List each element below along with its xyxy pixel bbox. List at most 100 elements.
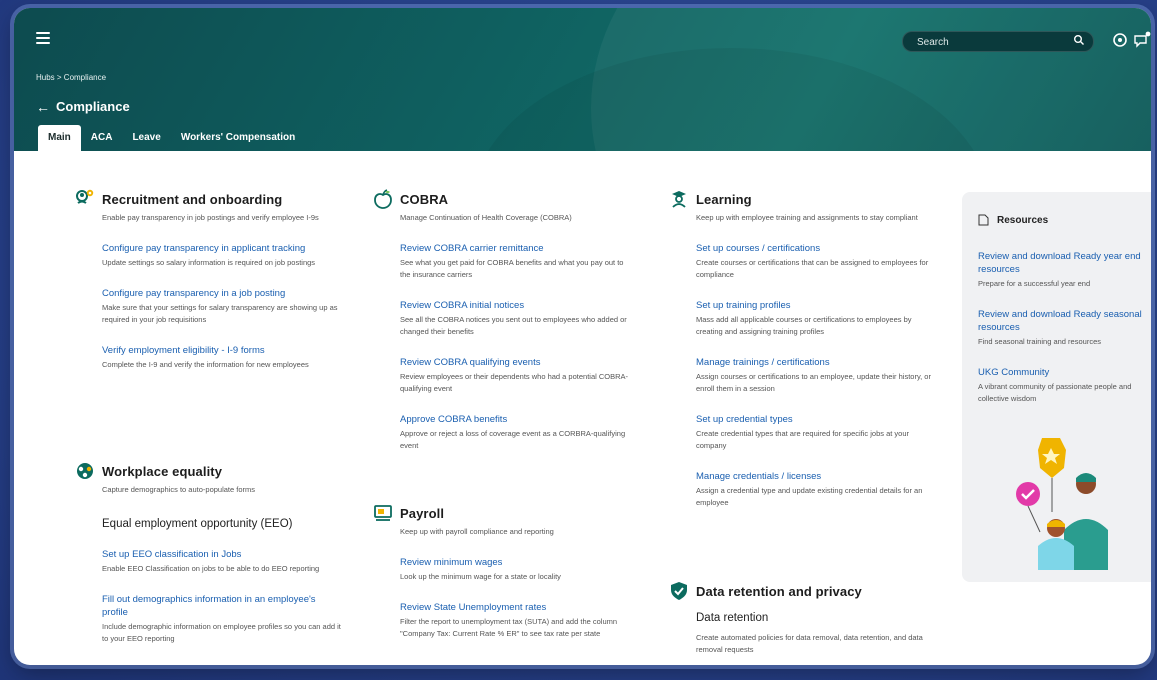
item-desc: Enable EEO Classification on jobs to be …: [102, 564, 320, 573]
payroll-icon: [374, 505, 392, 521]
workplace-section: Workplace equality Capture demographics …: [74, 460, 344, 645]
link-eeo-classification[interactable]: Set up EEO classification in Jobs: [102, 548, 344, 561]
learning-desc: Keep up with employee training and assig…: [696, 213, 918, 222]
breadcrumb[interactable]: Hubs > Compliance: [36, 73, 106, 82]
privacy-section: Data retention and privacy Data retentio…: [668, 580, 938, 656]
list-item: Set up credential types Create credentia…: [696, 413, 938, 452]
item-desc: Mass add all applicable courses or certi…: [696, 315, 912, 336]
learning-section: Learning Keep up with employee training …: [668, 188, 938, 509]
search-box[interactable]: [902, 31, 1094, 52]
list-item: Approve COBRA benefits Approve or reject…: [400, 413, 632, 452]
privacy-title: Data retention and privacy: [696, 583, 862, 599]
tab-workers-compensation[interactable]: Workers' Compensation: [171, 125, 305, 151]
item-desc: A vibrant community of passionate people…: [978, 382, 1132, 403]
tab-leave[interactable]: Leave: [122, 125, 170, 151]
equality-icon: [77, 463, 93, 479]
list-item: Set up EEO classification in Jobs Enable…: [102, 548, 344, 575]
item-desc: Assign a credential type and update exis…: [696, 486, 923, 507]
list-item: Review State Unemployment rates Filter t…: [400, 601, 632, 640]
item-desc: See all the COBRA notices you sent out t…: [400, 315, 627, 336]
link-cobra-approve[interactable]: Approve COBRA benefits: [400, 413, 632, 426]
list-item: Review minimum wages Look up the minimum…: [400, 556, 632, 583]
link-cobra-remittance[interactable]: Review COBRA carrier remittance: [400, 242, 632, 255]
celebration-illustration: [1016, 438, 1108, 570]
list-item: Manage credentials / licenses Assign a c…: [696, 470, 938, 509]
page-title-row: ← Compliance: [36, 99, 130, 114]
link-demographics[interactable]: Fill out demographics information in an …: [102, 593, 344, 619]
link-courses[interactable]: Set up courses / certifications: [696, 242, 938, 255]
recruitment-desc: Enable pay transparency in job postings …: [102, 213, 319, 222]
list-item: Configure pay transparency in applicant …: [102, 242, 344, 269]
link-pay-transparency-posting[interactable]: Configure pay transparency in a job post…: [102, 287, 344, 300]
link-ukg-community[interactable]: UKG Community: [978, 366, 1151, 379]
list-item: Manage trainings / certifications Assign…: [696, 356, 938, 395]
data-retention-subheading: Data retention: [696, 612, 769, 624]
item-desc: Review employees or their dependents who…: [400, 372, 629, 393]
search-input[interactable]: [915, 34, 1059, 50]
help-icon[interactable]: [1110, 30, 1130, 50]
cobra-desc: Manage Continuation of Health Coverage (…: [400, 213, 572, 222]
learning-title: Learning: [696, 191, 752, 207]
list-item: Review and download Ready seasonal resou…: [978, 308, 1151, 348]
link-credential-types[interactable]: Set up credential types: [696, 413, 938, 426]
list-item: Review COBRA carrier remittance See what…: [400, 242, 632, 281]
link-seasonal-resources[interactable]: Review and download Ready seasonal resou…: [978, 308, 1151, 334]
eeo-subheading: Equal employment opportunity (EEO): [102, 518, 293, 530]
list-item: Configure pay transparency in a job post…: [102, 287, 344, 326]
link-cobra-notices[interactable]: Review COBRA initial notices: [400, 299, 632, 312]
link-manage-trainings[interactable]: Manage trainings / certifications: [696, 356, 938, 369]
link-pay-transparency-tracking[interactable]: Configure pay transparency in applicant …: [102, 242, 344, 255]
item-desc: Create credential types that are require…: [696, 429, 910, 450]
link-year-end-resources[interactable]: Review and download Ready year end resou…: [978, 250, 1151, 276]
document-icon: [978, 214, 989, 226]
item-desc: Create courses or certifications that ca…: [696, 258, 929, 279]
workplace-desc: Capture demographics to auto-populate fo…: [102, 485, 256, 494]
item-desc: Complete the I-9 and verify the informat…: [102, 360, 309, 369]
list-item: Review COBRA qualifying events Review em…: [400, 356, 632, 395]
item-desc: Look up the minimum wage for a state or …: [400, 572, 561, 581]
chat-icon[interactable]: [1132, 30, 1151, 50]
link-cobra-events[interactable]: Review COBRA qualifying events: [400, 356, 632, 369]
tab-aca[interactable]: ACA: [81, 125, 123, 151]
tab-main[interactable]: Main: [38, 125, 81, 151]
payroll-desc: Keep up with payroll compliance and repo…: [400, 527, 554, 536]
cobra-section: COBRA Manage Continuation of Health Cove…: [372, 188, 632, 452]
item-desc: Find seasonal training and resources: [978, 337, 1101, 346]
list-item: UKG Community A vibrant community of pas…: [978, 366, 1151, 405]
cobra-title: COBRA: [400, 191, 449, 207]
recruitment-icon: [76, 189, 94, 204]
shield-check-icon: [671, 582, 687, 600]
privacy-desc: Create automated policies for data remov…: [696, 633, 923, 654]
item-desc: Prepare for a successful year end: [978, 279, 1091, 288]
app-window: Hubs > Compliance ← Compliance Main ACA …: [14, 8, 1151, 665]
list-item: Review COBRA initial notices See all the…: [400, 299, 632, 338]
learning-icon: [672, 191, 686, 208]
apple-icon: [374, 189, 392, 209]
list-item: Fill out demographics information in an …: [102, 593, 344, 645]
item-desc: Update settings so salary information is…: [102, 258, 316, 267]
tab-bar: Main ACA Leave Workers' Compensation: [38, 125, 305, 151]
recruitment-title: Recruitment and onboarding: [102, 191, 283, 207]
resources-title: Resources: [997, 214, 1049, 226]
recruitment-section: Recruitment and onboarding Enable pay tr…: [74, 188, 344, 371]
item-desc: See what you get paid for COBRA benefits…: [400, 258, 624, 279]
item-desc: Filter the report to unemployment tax (S…: [400, 617, 618, 638]
resources-header: Resources: [978, 214, 1048, 226]
resources-panel: Resources Review and download Ready year…: [962, 192, 1151, 582]
link-training-profiles[interactable]: Set up training profiles: [696, 299, 938, 312]
page-title: Compliance: [56, 99, 130, 114]
menu-icon[interactable]: [36, 32, 50, 44]
payroll-title: Payroll: [400, 505, 445, 521]
link-unemployment-rates[interactable]: Review State Unemployment rates: [400, 601, 632, 614]
list-item: Review and download Ready year end resou…: [978, 250, 1151, 290]
item-desc: Include demographic information on emplo…: [102, 622, 341, 643]
link-manage-credentials[interactable]: Manage credentials / licenses: [696, 470, 938, 483]
payroll-section: Payroll Keep up with payroll compliance …: [372, 502, 632, 640]
back-arrow-icon[interactable]: ←: [36, 100, 50, 114]
link-i9-forms[interactable]: Verify employment eligibility - I-9 form…: [102, 344, 344, 357]
search-icon[interactable]: [1073, 34, 1085, 46]
item-desc: Approve or reject a loss of coverage eve…: [400, 429, 626, 450]
link-minimum-wages[interactable]: Review minimum wages: [400, 556, 632, 569]
workplace-title: Workplace equality: [102, 463, 223, 479]
list-item: Set up courses / certifications Create c…: [696, 242, 938, 281]
